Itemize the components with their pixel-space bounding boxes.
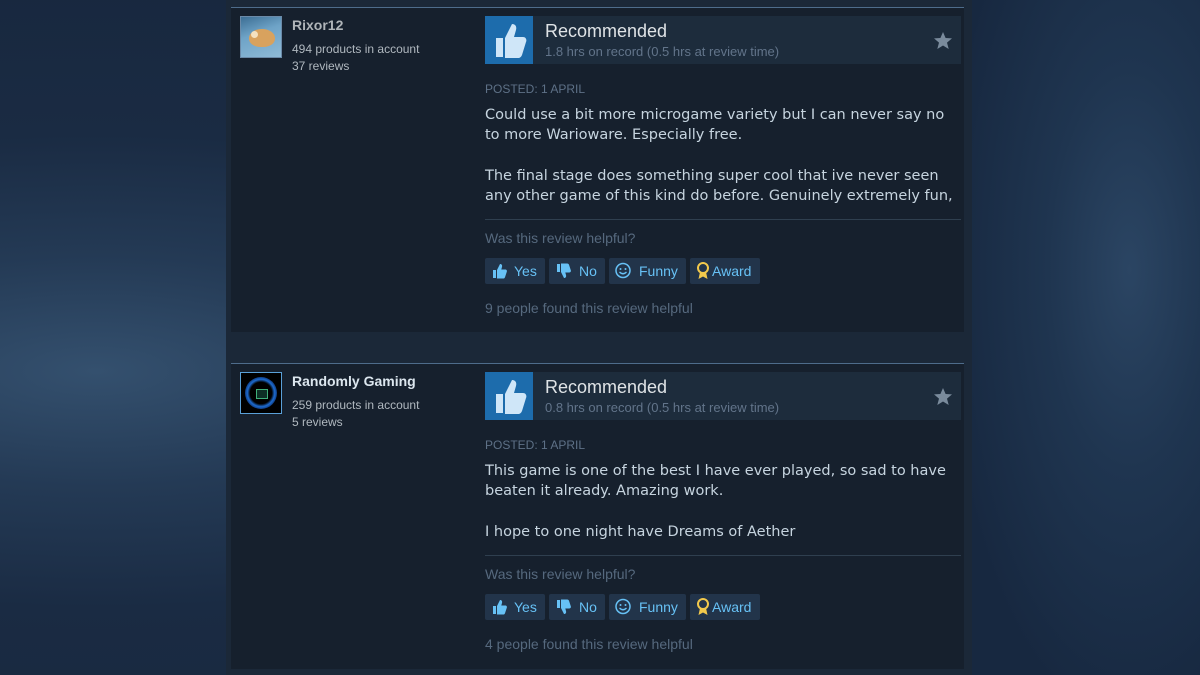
yes-label: Yes	[514, 263, 537, 279]
helpful-question: Was this review helpful?	[485, 566, 636, 582]
yes-label: Yes	[514, 599, 537, 615]
award-button[interactable]: Award	[690, 594, 760, 620]
products-count[interactable]: 494 products in account	[292, 41, 419, 58]
no-label: No	[579, 599, 597, 615]
thumbs-down-icon	[557, 263, 571, 278]
background-right	[965, 0, 1200, 675]
hours-on-record: 1.8 hrs on record (0.5 hrs at review tim…	[545, 44, 780, 59]
helpful-count: 4 people found this review helpful	[485, 636, 693, 652]
review-paragraph: The final stage does something super coo…	[485, 168, 953, 204]
funny-button[interactable]: Funny	[609, 258, 686, 284]
funny-label: Funny	[639, 263, 678, 279]
review-paragraph: Could use a bit more microgame variety b…	[485, 107, 945, 143]
avatar[interactable]	[240, 16, 282, 58]
author-info: Randomly Gaming 259 products in account …	[292, 373, 419, 431]
products-count[interactable]: 259 products in account	[292, 397, 419, 414]
review-paragraph: I hope to one night have Dreams of Aethe…	[485, 524, 796, 540]
award-label: Award	[712, 599, 752, 615]
divider	[485, 219, 961, 220]
award-label: Award	[712, 263, 752, 279]
thumbs-up-icon	[485, 16, 533, 64]
avatar[interactable]	[240, 372, 282, 414]
helpful-question: Was this review helpful?	[485, 230, 636, 246]
no-button[interactable]: No	[549, 594, 605, 620]
posted-date: Posted: 1 April	[485, 438, 586, 452]
star-icon[interactable]	[933, 31, 953, 51]
no-label: No	[579, 263, 597, 279]
smiley-icon	[615, 598, 631, 615]
author-info: Rixor12 494 products in account 37 revie…	[292, 17, 419, 75]
vote-title: Recommended	[545, 377, 668, 397]
hours-on-record: 0.8 hrs on record (0.5 hrs at review tim…	[545, 400, 780, 415]
funny-label: Funny	[639, 599, 678, 615]
divider	[485, 555, 961, 556]
helpful-count: 9 people found this review helpful	[485, 300, 693, 316]
author-name[interactable]: Rixor12	[292, 17, 419, 33]
review-content: Could use a bit more microgame variety b…	[485, 105, 955, 227]
posted-date: Posted: 1 April	[485, 82, 586, 96]
review-card: Rixor12 494 products in account 37 revie…	[231, 7, 964, 332]
yes-button[interactable]: Yes	[485, 594, 545, 620]
thumbs-down-icon	[557, 599, 571, 614]
award-icon	[697, 598, 709, 615]
award-button[interactable]: Award	[690, 258, 760, 284]
review-content: This game is one of the best I have ever…	[485, 461, 955, 563]
thumbs-up-icon	[485, 372, 533, 420]
no-button[interactable]: No	[549, 258, 605, 284]
vote-header[interactable]: Recommended 1.8 hrs on record (0.5 hrs a…	[485, 16, 961, 64]
reviews-count[interactable]: 37 reviews	[292, 58, 419, 75]
thumbs-up-icon	[493, 264, 507, 279]
smiley-icon	[615, 262, 631, 279]
funny-button[interactable]: Funny	[609, 594, 686, 620]
reviews-count[interactable]: 5 reviews	[292, 414, 419, 431]
author-name[interactable]: Randomly Gaming	[292, 373, 419, 389]
review-card: Randomly Gaming 259 products in account …	[231, 363, 964, 669]
yes-button[interactable]: Yes	[485, 258, 545, 284]
vote-title: Recommended	[545, 21, 668, 41]
review-paragraph: This game is one of the best I have ever…	[485, 463, 946, 499]
star-icon[interactable]	[933, 387, 953, 407]
thumbs-up-icon	[493, 600, 507, 615]
vote-header[interactable]: Recommended 0.8 hrs on record (0.5 hrs a…	[485, 372, 961, 420]
award-icon	[697, 262, 709, 279]
